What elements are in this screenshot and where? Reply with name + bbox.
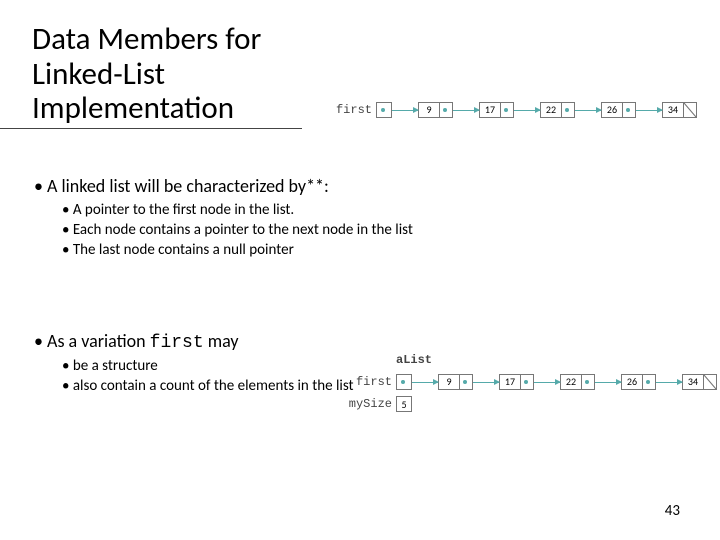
linked-list-diagram-2: aList first 9 17 22 26 34 mySize 5 xyxy=(340,350,717,416)
bullet-characterized: • A linked list will be characterized by… xyxy=(34,175,690,197)
node-val: 26 xyxy=(621,374,643,390)
alist-label: aList xyxy=(396,353,432,367)
first-label: first xyxy=(320,103,372,117)
title-line1: Data Members for Linked-List xyxy=(32,20,261,93)
first-code: first xyxy=(150,333,204,353)
node-val: 26 xyxy=(601,102,623,118)
sub-bullet: • A pointer to the first node in the lis… xyxy=(62,201,690,220)
page-number: 43 xyxy=(665,502,680,520)
mysize-value: 5 xyxy=(396,396,412,412)
node-val: 34 xyxy=(682,374,704,390)
sub-bullet: • Each node contains a pointer to the ne… xyxy=(62,221,690,240)
node-val: 17 xyxy=(499,374,521,390)
node-val: 34 xyxy=(662,102,684,118)
node-val: 22 xyxy=(560,374,582,390)
title-line2: Implementation xyxy=(32,89,234,127)
slide-title: Data Members for Linked-List Implementat… xyxy=(0,0,302,129)
node-val: 17 xyxy=(479,102,501,118)
mysize-label: mySize xyxy=(340,397,392,411)
node-val: 9 xyxy=(418,102,440,118)
sub-bullet: • The last node contains a null pointer xyxy=(62,241,690,260)
node-val: 9 xyxy=(438,374,460,390)
node-val: 22 xyxy=(540,102,562,118)
linked-list-diagram-1: first 9 17 22 26 34 xyxy=(320,100,697,122)
sub-bullets-1: • A pointer to the first node in the lis… xyxy=(34,201,690,259)
first-label2: first xyxy=(340,375,392,389)
